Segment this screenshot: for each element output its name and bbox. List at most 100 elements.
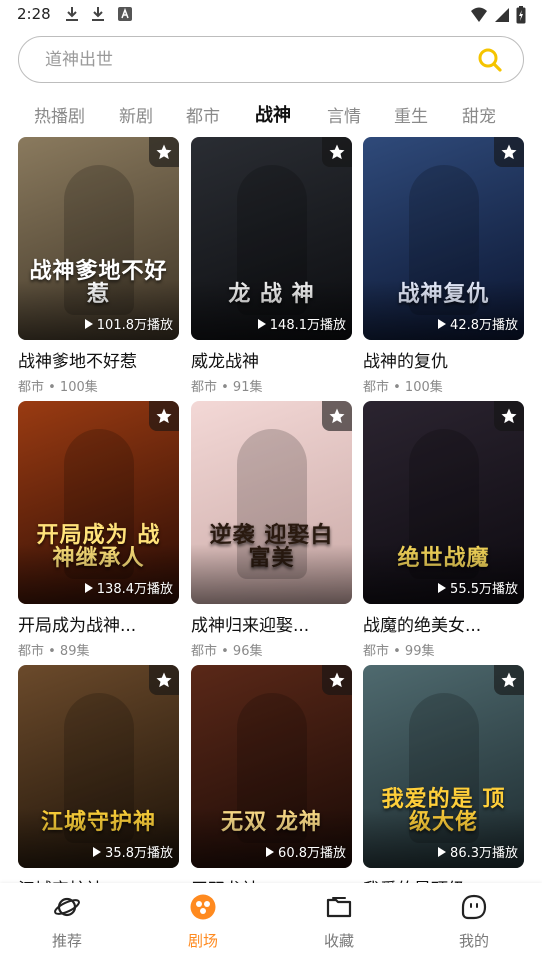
tab-rebirth[interactable]: 重生 (394, 102, 428, 127)
poster-image[interactable]: 逆袭 迎娶白富美 (191, 401, 352, 604)
poster-image[interactable]: 无双 龙神60.8万播放 (191, 665, 352, 868)
drama-meta: 都市 • 96集 (191, 644, 263, 659)
star-icon (329, 408, 345, 424)
play-icon (438, 318, 447, 329)
favorite-star-button[interactable] (494, 401, 524, 431)
signal-icon (495, 8, 509, 22)
tab-urban[interactable]: 都市 (186, 102, 220, 127)
theater-icon (190, 894, 216, 920)
drama-card[interactable]: 无双 龙神60.8万播放无双龙神 (191, 665, 352, 900)
play-count: 60.8万播放 (266, 842, 346, 861)
favorite-star-button[interactable] (322, 401, 352, 431)
drama-title[interactable]: 开局成为战神... (18, 611, 179, 636)
play-count-text: 86.3万播放 (450, 846, 518, 861)
play-count: 42.8万播放 (438, 314, 518, 333)
star-icon (156, 144, 172, 160)
nav-recommend[interactable]: 推荐 (27, 893, 107, 951)
search-icon[interactable] (477, 47, 503, 73)
favorite-star-button[interactable] (149, 137, 179, 167)
drama-card[interactable]: 绝世战魔55.5万播放战魔的绝美女... 都市 • 99集 (363, 401, 524, 659)
status-icons (470, 6, 526, 24)
poster-image[interactable]: 战神爹地不好惹101.8万播放 (18, 137, 179, 340)
drama-card[interactable]: 龙 战 神148.1万播放威龙战神都市 • 91集 (191, 137, 352, 395)
play-count-text: 138.4万播放 (96, 582, 173, 597)
planet-icon (54, 897, 80, 917)
star-icon (156, 408, 172, 424)
play-count-text: 55.5万播放 (450, 582, 518, 597)
drama-meta: 都市 • 99集 (363, 644, 435, 659)
drama-title[interactable]: 战神的复仇 (363, 347, 524, 372)
drama-card[interactable]: 江城守护神35.8万播放江城守护神 (18, 665, 179, 900)
favorite-star-button[interactable] (322, 137, 352, 167)
poster-image[interactable]: 江城守护神35.8万播放 (18, 665, 179, 868)
tab-sweet[interactable]: 甜宠 (462, 102, 496, 127)
category-tabs: 热播剧 新剧 都市 战神 言情 重生 甜宠 (0, 98, 542, 130)
poster-image[interactable]: 战神复仇42.8万播放 (363, 137, 524, 340)
drama-card[interactable]: 开局成为 战神继承人138.4万播放开局成为战神... 都市 • 89集 (18, 401, 179, 659)
play-count: 138.4万播放 (84, 578, 173, 597)
play-icon (84, 318, 93, 329)
download-icon (92, 7, 104, 21)
nav-label: 剧场 (187, 932, 218, 950)
drama-title[interactable]: 战神爹地不好惹 (18, 347, 179, 372)
drama-card[interactable]: 战神爹地不好惹101.8万播放战神爹地不好惹都市 • 100集 (18, 137, 179, 395)
wifi-icon (471, 7, 487, 22)
favorite-star-button[interactable] (149, 665, 179, 695)
play-icon (84, 582, 93, 593)
battery-icon (516, 6, 526, 24)
search-bar[interactable] (18, 36, 524, 83)
drama-meta: 都市 • 89集 (18, 644, 90, 659)
drama-title[interactable]: 战魔的绝美女... (363, 611, 524, 636)
play-count-text: 60.8万播放 (278, 846, 346, 861)
drama-card[interactable]: 逆袭 迎娶白富美成神归来迎娶... 都市 • 96集 (191, 401, 352, 659)
nav-favorites[interactable]: 收藏 (299, 893, 379, 951)
favorite-star-button[interactable] (149, 401, 179, 431)
poster-image[interactable]: 绝世战魔55.5万播放 (363, 401, 524, 604)
folder-icon (326, 897, 352, 918)
nav-theater[interactable]: 剧场 (163, 893, 243, 951)
drama-card[interactable]: 我爱的是 顶级大佬86.3万播放我爱的是顶级 (363, 665, 524, 900)
tab-war-god[interactable]: 战神 (255, 101, 291, 127)
play-count-text: 101.8万播放 (96, 318, 173, 333)
favorite-star-button[interactable] (494, 137, 524, 167)
tab-new[interactable]: 新剧 (119, 102, 153, 127)
play-count: 86.3万播放 (438, 842, 518, 861)
poster-image[interactable]: 龙 战 神148.1万播放 (191, 137, 352, 340)
star-icon (501, 672, 517, 688)
star-icon (329, 672, 345, 688)
star-icon (329, 144, 345, 160)
play-icon (257, 318, 266, 329)
profile-icon (461, 894, 487, 920)
poster-image[interactable]: 开局成为 战神继承人138.4万播放 (18, 401, 179, 604)
search-input[interactable] (45, 49, 445, 71)
drama-title[interactable]: 成神归来迎娶... (191, 611, 352, 636)
poster-image[interactable]: 我爱的是 顶级大佬86.3万播放 (363, 665, 524, 868)
drama-card[interactable]: 战神复仇42.8万播放战神的复仇都市 • 100集 (363, 137, 524, 395)
play-icon (266, 846, 275, 857)
tab-hot[interactable]: 热播剧 (34, 102, 85, 127)
status-time: 2:28 (17, 5, 51, 23)
notification-a-icon (118, 7, 132, 21)
drama-meta: 都市 • 100集 (363, 380, 443, 395)
favorite-star-button[interactable] (494, 665, 524, 695)
nav-label: 收藏 (323, 932, 354, 950)
nav-label: 我的 (458, 932, 489, 950)
play-count: 35.8万播放 (93, 842, 173, 861)
star-icon (501, 144, 517, 160)
play-count: 55.5万播放 (438, 578, 518, 597)
poster-shade (191, 544, 352, 604)
play-icon (438, 846, 447, 857)
drama-meta: 都市 • 100集 (18, 380, 98, 395)
play-count: 101.8万播放 (84, 314, 173, 333)
play-count: 148.1万播放 (257, 314, 346, 333)
drama-title[interactable]: 威龙战神 (191, 347, 352, 372)
play-count-text: 35.8万播放 (105, 846, 173, 861)
nav-profile[interactable]: 我的 (434, 893, 514, 951)
star-icon (501, 408, 517, 424)
tab-romance[interactable]: 言情 (327, 102, 361, 127)
play-icon (438, 582, 447, 593)
favorite-star-button[interactable] (322, 665, 352, 695)
play-icon (93, 846, 102, 857)
play-count-text: 42.8万播放 (450, 318, 518, 333)
status-bar: 2:28 (0, 0, 542, 30)
